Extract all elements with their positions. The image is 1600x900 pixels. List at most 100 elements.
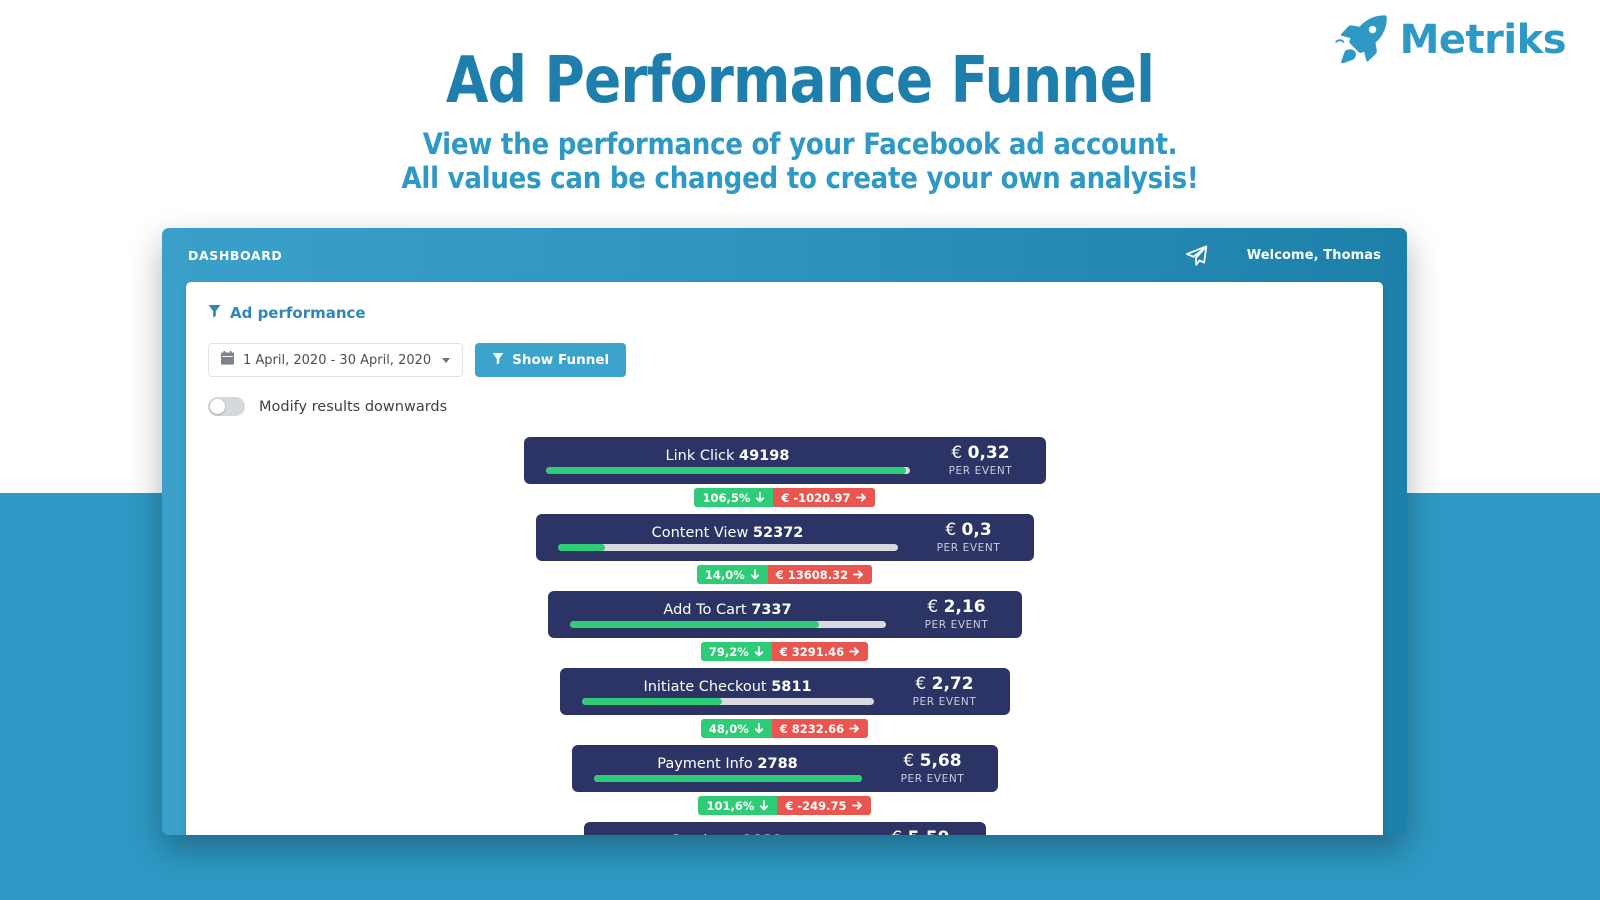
- funnel-step-label: Link Click 49198: [665, 447, 790, 464]
- funnel-step-label: Initiate Checkout 5811: [643, 678, 812, 695]
- cost-delta-value: € -1020.97: [781, 490, 851, 505]
- conversion-rate-badge: 106,5%: [694, 488, 774, 507]
- funnel-step-progress: [593, 774, 862, 782]
- conversion-rate-value: 79,2%: [708, 644, 749, 659]
- funnel-chart: Link Click 49198 € 0,32 PER EVENT 106,5% € -…: [186, 416, 1383, 835]
- conversion-rate-value: 14,0%: [704, 567, 745, 582]
- panel-title: Ad performance: [186, 282, 1383, 322]
- dashboard-card: DASHBOARD Welcome, Thomas Ad performance: [162, 228, 1407, 835]
- funnel-step-progress: [569, 620, 886, 628]
- funnel-icon-button: [492, 352, 504, 369]
- funnel-step-label: Add To Cart 7337: [663, 601, 792, 618]
- funnel-step-label: Purchase 2832: [606, 833, 850, 836]
- funnel-step-cost: € 0,3 PER EVENT: [914, 521, 1034, 554]
- funnel-step-progress-fill: [557, 543, 606, 551]
- funnel-step-progress: [557, 543, 898, 551]
- funnel-step-bar[interactable]: Content View 52372 € 0,3 PER EVENT: [535, 514, 1034, 561]
- arrow-down-icon: [759, 800, 769, 811]
- funnel-step-cost-caption: PER EVENT: [948, 464, 1013, 477]
- funnel-step-progress-fill: [545, 466, 906, 474]
- funnel-step-cost-caption: PER EVENT: [936, 541, 1001, 554]
- arrow-right-icon: [851, 800, 863, 811]
- funnel-step-cost-value: € 0,32: [951, 443, 1010, 464]
- conversion-rate-badge: 79,2%: [700, 642, 772, 661]
- cost-delta-value: € 3291.46: [779, 644, 845, 659]
- conversion-rate-value: 106,5%: [702, 490, 751, 505]
- dashboard-header-actions: Welcome, Thomas: [1184, 243, 1381, 268]
- funnel-step-cost: € 0,32 PER EVENT: [926, 444, 1046, 477]
- funnel-step-main: Content View 52372: [536, 514, 914, 561]
- funnel-step-progress-fill: [581, 697, 722, 705]
- funnel-step-cost-caption: PER EVENT: [924, 618, 989, 631]
- arrow-right-icon: [849, 723, 860, 734]
- modify-results-toggle[interactable]: [208, 397, 245, 416]
- toggle-knob: [210, 399, 225, 414]
- panel-controls: 1 April, 2020 - 30 April, 2020 Show Funn…: [186, 322, 1383, 377]
- funnel-step-cost-value: € 5,59: [866, 829, 976, 835]
- funnel-step-cost-caption: PER EVENT: [912, 695, 977, 708]
- arrow-right-icon: [855, 492, 867, 503]
- funnel-step: Purchase 2832 € 5,59PER EVENT: [186, 815, 1383, 835]
- cost-delta-badge: € 8232.66: [771, 719, 869, 738]
- cost-delta-value: € 13608.32: [775, 567, 849, 582]
- funnel-step-main: Add To Cart 7337: [548, 591, 902, 638]
- dashboard-header-title: DASHBOARD: [188, 247, 283, 263]
- funnel-step-main: Payment Info 2788: [572, 745, 878, 792]
- conversion-rate-value: 101,6%: [706, 798, 755, 813]
- funnel-step-progress: [545, 466, 910, 474]
- cost-delta-value: € -249.75: [785, 798, 847, 813]
- funnel-step: Link Click 49198 € 0,32 PER EVENT 106,5% € -…: [186, 430, 1383, 507]
- funnel-step-cost-value: € 0,3: [945, 520, 992, 541]
- funnel-step-bar[interactable]: Payment Info 2788 € 5,68 PER EVENT: [571, 745, 998, 792]
- modify-results-label: Modify results downwards: [259, 398, 448, 415]
- modify-results-row: Modify results downwards: [186, 377, 1383, 416]
- arrow-right-icon: [849, 646, 860, 657]
- arrow-right-icon: [853, 569, 864, 580]
- funnel-step-main: Initiate Checkout 5811: [560, 668, 890, 715]
- funnel-step-progress: [581, 697, 874, 705]
- cost-delta-badge: € -249.75: [777, 796, 871, 815]
- arrow-down-icon: [750, 569, 760, 580]
- paper-plane-icon[interactable]: [1184, 243, 1209, 268]
- funnel-step-bar[interactable]: Purchase 2832 € 5,59PER EVENT: [583, 822, 986, 836]
- subtitle-line-2: All values can be changed to create your…: [401, 161, 1199, 196]
- funnel-step-main: Link Click 49198: [524, 437, 926, 484]
- show-funnel-button[interactable]: Show Funnel: [475, 343, 627, 377]
- ad-performance-panel: Ad performance 1 April, 2020 - 30 April,…: [186, 282, 1383, 835]
- funnel-step-cost-caption: PER EVENT: [900, 772, 965, 785]
- funnel-step-bar[interactable]: Add To Cart 7337 € 2,16 PER EVENT: [547, 591, 1022, 638]
- funnel-step-cost: € 2,16 PER EVENT: [902, 598, 1022, 631]
- cost-delta-badge: € 13608.32: [767, 565, 873, 584]
- funnel-step-badges: 14,0% € 13608.32: [696, 565, 873, 584]
- cost-delta-value: € 8232.66: [779, 721, 845, 736]
- funnel-icon: [208, 304, 221, 322]
- funnel-step-main: Purchase 2832: [584, 822, 866, 836]
- arrow-down-icon: [754, 723, 764, 734]
- funnel-step: Payment Info 2788 € 5,68 PER EVENT 101,6% € …: [186, 738, 1383, 815]
- funnel-step-cost: € 5,59PER EVENT: [866, 829, 986, 835]
- funnel-step-bar[interactable]: Initiate Checkout 5811 € 2,72 PER EVENT: [559, 668, 1010, 715]
- calendar-icon: [221, 351, 234, 369]
- hero-section: Ad Performance Funnel View the performan…: [0, 44, 1600, 196]
- funnel-step-cost-value: € 2,72: [915, 674, 974, 695]
- arrow-down-icon: [754, 646, 764, 657]
- panel-title-label: Ad performance: [230, 304, 366, 322]
- funnel-step-progress-fill: [569, 620, 820, 628]
- cost-delta-badge: € 3291.46: [771, 642, 869, 661]
- funnel-step-badges: 48,0% € 8232.66: [700, 719, 869, 738]
- subtitle-line-1: View the performance of your Facebook ad…: [422, 127, 1178, 162]
- conversion-rate-value: 48,0%: [708, 721, 749, 736]
- chevron-down-icon: [442, 357, 451, 363]
- conversion-rate-badge: 48,0%: [700, 719, 772, 738]
- welcome-message: Welcome, Thomas: [1246, 247, 1381, 263]
- funnel-step-progress-fill: [593, 774, 862, 782]
- conversion-rate-badge: 101,6%: [698, 796, 778, 815]
- dashboard-header: DASHBOARD Welcome, Thomas: [162, 228, 1407, 282]
- funnel-step-cost: € 2,72 PER EVENT: [890, 675, 1010, 708]
- funnel-step-label: Payment Info 2788: [657, 755, 798, 772]
- page-title: Ad Performance Funnel: [445, 44, 1155, 118]
- funnel-step-bar[interactable]: Link Click 49198 € 0,32 PER EVENT: [523, 437, 1046, 484]
- funnel-step: Add To Cart 7337 € 2,16 PER EVENT 79,2% € 32…: [186, 584, 1383, 661]
- conversion-rate-badge: 14,0%: [696, 565, 768, 584]
- date-range-picker[interactable]: 1 April, 2020 - 30 April, 2020: [208, 343, 464, 377]
